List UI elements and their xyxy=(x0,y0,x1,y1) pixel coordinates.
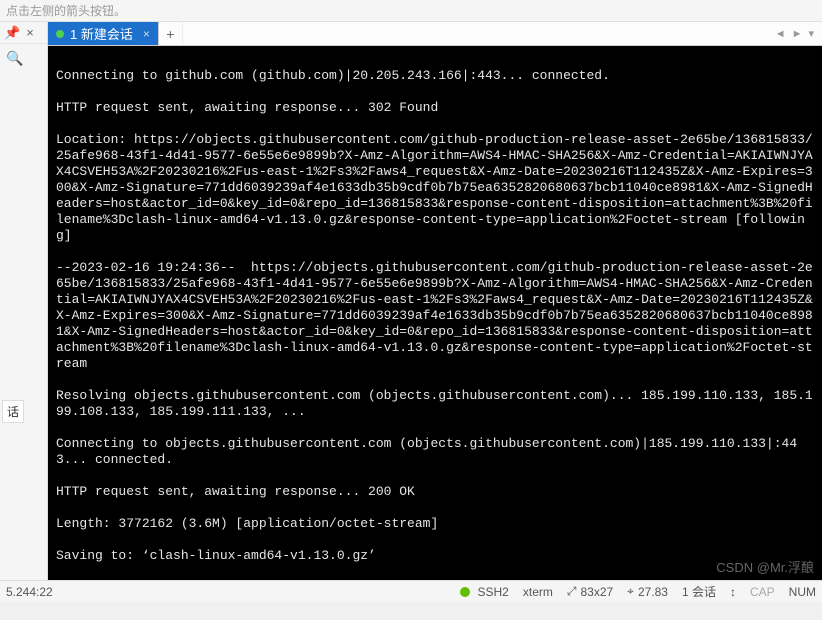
status-session[interactable]: 1 会话 xyxy=(682,583,716,600)
add-tab-button[interactable]: + xyxy=(159,22,183,45)
terminal-line: Connecting to github.com (github.com)|20… xyxy=(56,68,814,84)
sidebar-close-icon[interactable]: × xyxy=(26,25,34,40)
tab-nav-menu-icon[interactable]: ▾ xyxy=(808,27,814,40)
status-num: NUM xyxy=(789,585,816,599)
tab-session-1[interactable]: 1 新建会话 × xyxy=(48,22,159,45)
terminal-line: HTTP request sent, awaiting response... … xyxy=(56,100,814,116)
tab-nav-left-icon[interactable]: ◄ xyxy=(775,28,786,40)
terminal-line: Location: https://objects.githubusercont… xyxy=(56,132,814,244)
status-size: 83x27 xyxy=(580,585,613,599)
terminal-line: Length: 3772162 (3.6M) [application/octe… xyxy=(56,516,814,532)
sidebar: 📌 × 🔍 xyxy=(0,22,48,580)
terminal-line: Connecting to objects.githubusercontent.… xyxy=(56,436,814,468)
search-icon[interactable]: 🔍 xyxy=(0,44,47,67)
status-proto: SSH2 xyxy=(478,585,509,599)
status-cap: CAP xyxy=(750,585,775,599)
terminal-line: HTTP request sent, awaiting response... … xyxy=(56,484,814,500)
status-time: 5.244:22 xyxy=(6,585,53,599)
hint-bar: 点击左侧的箭头按钮。 xyxy=(0,0,822,22)
tab-status-dot-icon xyxy=(56,30,64,38)
tab-nav-right-icon[interactable]: ► xyxy=(792,28,803,40)
terminal-line: Saving to: ‘clash-linux-amd64-v1.13.0.gz… xyxy=(56,548,814,564)
terminal[interactable]: Connecting to github.com (github.com)|20… xyxy=(48,46,822,580)
terminal-line: Resolving objects.githubusercontent.com … xyxy=(56,388,814,420)
tab-bar: 1 新建会话 × + ◄ ► ▾ xyxy=(48,22,822,46)
status-led-icon xyxy=(460,587,470,597)
watermark: CSDN @Mr.浮酿 xyxy=(716,560,814,576)
tab-title: 1 新建会话 xyxy=(70,24,133,43)
pin-icon[interactable]: 📌 xyxy=(4,25,20,41)
sidebar-tab-label[interactable]: 话 xyxy=(2,400,24,423)
status-term-type: xterm xyxy=(523,585,553,599)
tab-close-icon[interactable]: × xyxy=(143,27,150,41)
status-pos: 27.83 xyxy=(638,585,668,599)
status-bar: 5.244:22 SSH2 xterm ⤢83x27 ⌖ 27.83 1 会话 ↕… xyxy=(0,580,822,602)
terminal-line: --2023-02-16 19:24:36-- https://objects.… xyxy=(56,260,814,372)
position-icon: ⌖ xyxy=(627,584,634,599)
status-arrows-icon[interactable]: ↕ xyxy=(730,585,736,599)
resize-icon: ⤢ xyxy=(567,584,577,599)
